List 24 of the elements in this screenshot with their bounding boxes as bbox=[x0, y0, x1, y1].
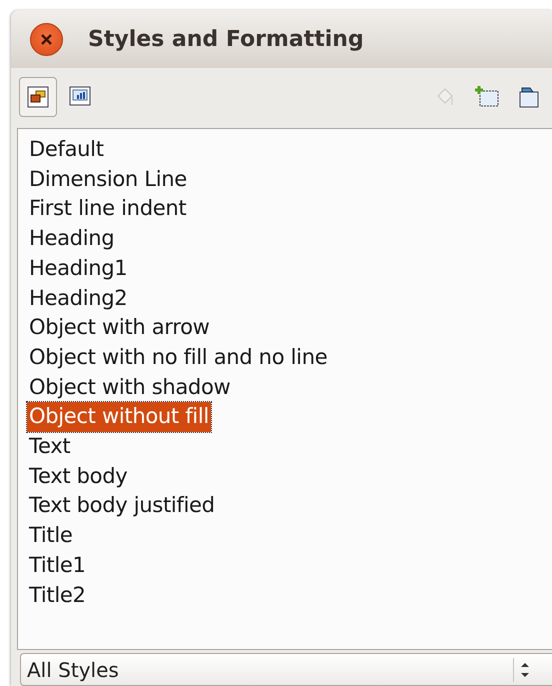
style-item[interactable]: Object with arrow bbox=[27, 313, 212, 343]
style-item[interactable]: Text body bbox=[27, 462, 130, 492]
graphic-styles-button[interactable] bbox=[19, 76, 57, 116]
style-item[interactable]: Heading1 bbox=[27, 254, 130, 284]
close-icon bbox=[40, 32, 53, 46]
style-item[interactable]: Heading bbox=[27, 224, 116, 254]
spin-arrows-icon bbox=[520, 660, 530, 678]
style-item[interactable]: Object without fill bbox=[27, 402, 211, 432]
style-item[interactable]: Text bbox=[27, 432, 72, 462]
new-style-icon bbox=[474, 84, 500, 110]
style-item[interactable]: First line indent bbox=[27, 194, 188, 224]
style-item[interactable]: Title2 bbox=[27, 580, 88, 610]
style-item[interactable]: Title1 bbox=[27, 550, 88, 581]
style-item[interactable]: Default bbox=[27, 135, 106, 165]
style-item[interactable]: Text body justified bbox=[27, 491, 217, 522]
style-item[interactable]: Title bbox=[27, 521, 75, 551]
style-item[interactable]: Heading2 bbox=[27, 284, 130, 314]
style-filter-dropdown[interactable]: All Styles bbox=[20, 653, 552, 686]
close-button[interactable] bbox=[30, 22, 63, 56]
style-item[interactable]: Object with no fill and no line bbox=[27, 342, 330, 373]
style-item[interactable]: Dimension Line bbox=[27, 164, 189, 194]
window-title: Styles and Formatting bbox=[88, 26, 364, 54]
style-item[interactable]: Object with shadow bbox=[27, 372, 232, 402]
graphic-styles-icon bbox=[25, 84, 51, 110]
